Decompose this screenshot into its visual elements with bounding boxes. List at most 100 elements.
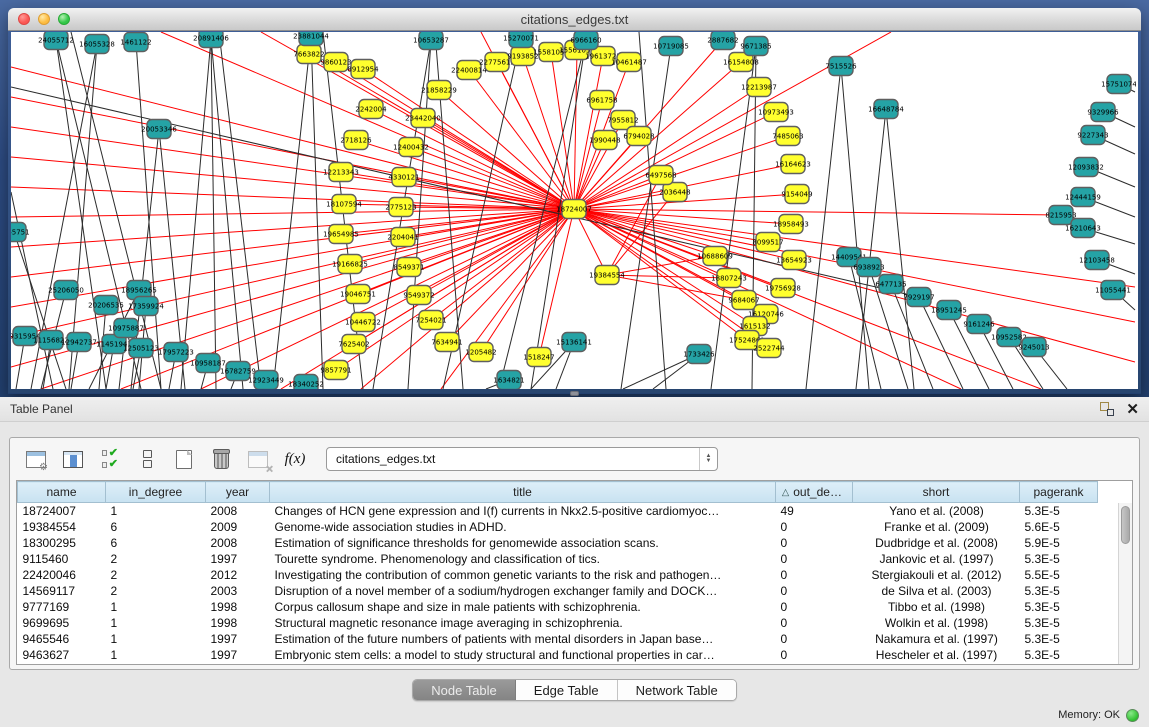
table-cell[interactable]: 0 [776,535,853,551]
table-cell[interactable]: 5.3E-5 [1020,615,1098,631]
float-panel-icon[interactable] [1100,402,1114,416]
table-cell[interactable]: 0 [776,631,853,647]
citation-edge-red[interactable] [11,209,574,307]
graph-node-19654985[interactable]: 19654985 [323,225,359,244]
graph-node-15270071[interactable]: 15270071 [503,32,539,48]
graph-node-1045751[interactable]: 1045751 [11,223,30,242]
table-cell[interactable]: 0 [776,551,853,567]
network-window-titlebar[interactable]: citations_edges.txt [8,8,1141,31]
table-cell[interactable]: 2 [106,567,206,583]
graph-node-1205482[interactable]: 1205482 [465,343,496,362]
table-cell[interactable]: 22420046 [18,567,106,583]
graph-node-21858229[interactable]: 21858229 [421,81,457,100]
table-cell[interactable]: 14569117 [18,583,106,599]
graph-node-6966160[interactable]: 6966160 [570,32,601,50]
citation-edge-red[interactable] [574,209,715,256]
panel-resize-grip[interactable] [570,391,579,396]
table-cell[interactable]: 5.3E-5 [1020,647,1098,663]
table-row[interactable]: 2242004622012Investigating the contribut… [18,567,1098,583]
table-cell[interactable]: 0 [776,583,853,599]
graph-node-6938923[interactable]: 6938923 [853,258,884,277]
table-cell[interactable]: 5.5E-5 [1020,567,1098,583]
citation-edge-red[interactable] [481,209,574,352]
graph-node-9161246[interactable]: 9161246 [963,315,995,334]
citation-edge-red[interactable] [574,209,768,242]
table-cell[interactable]: Jankovic et al. (1997) [853,551,1020,567]
table-cell[interactable]: 2012 [206,567,270,583]
graph-node-7485063[interactable]: 7485063 [772,127,803,146]
graph-node-10719085[interactable]: 10719085 [653,37,689,56]
table-row[interactable]: 1872400712008Changes of HCN gene express… [18,503,1098,519]
graph-node-19384554[interactable]: 19384554 [589,266,625,285]
graph-node-1518247[interactable]: 1518247 [523,348,554,367]
citation-edge-black[interactable] [886,109,914,389]
table-cell[interactable]: 1 [106,615,206,631]
graph-node-1634821[interactable]: 1634821 [493,371,524,390]
tab-node-table[interactable]: Node Table [413,680,515,700]
tab-network-table[interactable]: Network Table [617,680,736,700]
graph-node-23442040[interactable]: 23442040 [405,109,441,128]
table-cell[interactable]: 18724007 [18,503,106,519]
table-row[interactable]: 969969511998Structural magnetic resonanc… [18,615,1098,631]
graph-node-6794028[interactable]: 6794028 [623,127,654,146]
graph-node-8549371[interactable]: 8549371 [393,258,424,277]
graph-node-1461122[interactable]: 1461122 [120,33,151,52]
table-row[interactable]: 1456911722003Disruption of a novel membe… [18,583,1098,599]
graph-node-10973493[interactable]: 10973493 [758,103,794,122]
graph-node-18340252[interactable]: 18340252 [288,375,324,390]
table-cell[interactable]: 1 [106,503,206,519]
table-row[interactable]: 977716911998Corpus callosum shape and si… [18,599,1098,615]
select-column-button[interactable] [61,447,85,471]
apply-checks-button[interactable]: ✔ ✔ [98,447,122,471]
table-row[interactable]: 911546021997Tourette syndrome. Phenomeno… [18,551,1098,567]
graph-node-7929197[interactable]: 7929197 [903,288,934,307]
citation-edge-red[interactable] [551,52,574,209]
table-scrollbar[interactable] [1118,503,1132,664]
citation-edge-red[interactable] [411,147,574,209]
table-cell[interactable]: 2009 [206,519,270,535]
graph-node-2242004[interactable]: 2242004 [355,100,387,119]
table-selector-dropdown[interactable]: citations_edges.txt ▲▼ [326,447,718,471]
citation-edge-black[interactable] [14,232,66,389]
column-header-in_degree[interactable]: in_degree [106,482,206,503]
graph-node-20053346[interactable]: 20053346 [141,120,177,139]
table-row[interactable]: 946554611997Estimation of the future num… [18,631,1098,647]
graph-node-9227343[interactable]: 9227343 [1077,126,1108,145]
table-cell[interactable]: Disruption of a novel member of a sodium… [270,583,776,599]
graph-node-7515526[interactable]: 7515526 [825,57,857,76]
row-height-button[interactable] [135,447,159,471]
table-cell[interactable]: 0 [776,519,853,535]
table-cell[interactable]: 2008 [206,503,270,519]
table-cell[interactable]: Estimation of the future numbers of pati… [270,631,776,647]
table-cell[interactable]: 49 [776,503,853,519]
table-cell[interactable]: 5.3E-5 [1020,599,1098,615]
table-cell[interactable]: 5.6E-5 [1020,519,1098,535]
graph-node-2204041[interactable]: 2204041 [387,228,418,247]
citation-edge-black[interactable] [11,192,53,389]
graph-node-9671385[interactable]: 9671385 [740,37,771,56]
graph-node-9154049[interactable]: 9154049 [781,185,812,204]
table-cell[interactable]: 6 [106,519,206,535]
table-cell[interactable]: 1997 [206,551,270,567]
table-cell[interactable]: 1998 [206,615,270,631]
graph-node-24055712[interactable]: 24055712 [38,32,74,50]
graph-node-2718126[interactable]: 2718126 [340,131,372,150]
tab-edge-table[interactable]: Edge Table [515,680,617,700]
table-cell[interactable]: 6 [106,535,206,551]
citation-edge-red[interactable] [41,209,574,389]
graph-node-10653287[interactable]: 10653287 [413,32,449,50]
table-cell[interactable]: Corpus callosum shape and size in male p… [270,599,776,615]
table-cell[interactable]: 2 [106,583,206,599]
graph-node-8912954[interactable]: 8912954 [347,60,379,79]
graph-node-12103458[interactable]: 12103458 [1079,251,1115,270]
table-row[interactable]: 946362711997Embryonic stem cells: a mode… [18,647,1098,663]
graph-node-9857791[interactable]: 9857791 [320,361,351,380]
table-row[interactable]: 1938455462009Genome-wide association stu… [18,519,1098,535]
column-header-short[interactable]: short [853,482,1020,503]
table-cell[interactable]: 2 [106,551,206,567]
graph-node-2775123[interactable]: 2775123 [385,198,416,217]
graph-node-18107594[interactable]: 18107594 [326,195,362,214]
network-graph[interactable]: 1872400776638229860123891295422420042718… [11,32,1136,389]
graph-node-4330121[interactable]: 4330121 [388,168,419,187]
graph-node-11055441[interactable]: 11055441 [1095,281,1131,300]
